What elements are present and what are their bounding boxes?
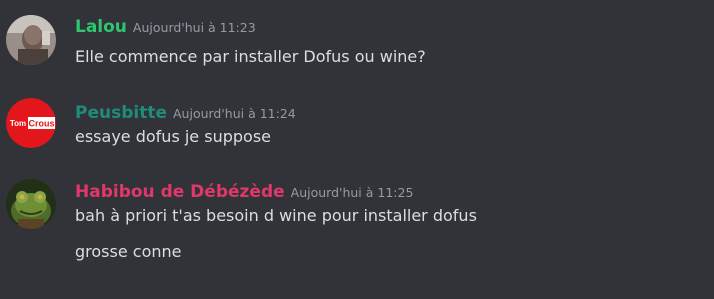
message-text: bah à priori t'as besoin d wine pour ins… <box>75 206 477 225</box>
frog-avatar-icon <box>6 179 56 229</box>
message-text: grosse conne <box>75 242 182 261</box>
username[interactable]: Habibou de Débézède <box>75 182 285 202</box>
message-timestamp: Aujourd'hui à 11:25 <box>290 185 414 200</box>
user-photo-icon <box>6 15 56 65</box>
message-timestamp: Aujourd'hui à 11:24 <box>173 106 296 121</box>
svg-text:Crous: Crous <box>28 119 54 129</box>
message-text: Elle commence par installer Dofus ou win… <box>75 47 426 66</box>
avatar-habibou[interactable] <box>6 179 56 229</box>
tomcrous-logo-icon: Tom Crous <box>6 98 56 148</box>
message-timestamp: Aujourd'hui à 11:23 <box>132 20 256 35</box>
message-list: Lalou Aujourd'hui à 11:23 Elle commence p… <box>0 0 714 299</box>
avatar-peusbitte[interactable]: Tom Crous <box>6 98 56 148</box>
avatar-lalou[interactable] <box>6 15 56 65</box>
svg-text:Tom: Tom <box>10 119 26 128</box>
message-text: essaye dofus je suppose <box>75 127 271 146</box>
username[interactable]: Lalou <box>75 17 127 37</box>
username[interactable]: Peusbitte <box>75 103 167 123</box>
